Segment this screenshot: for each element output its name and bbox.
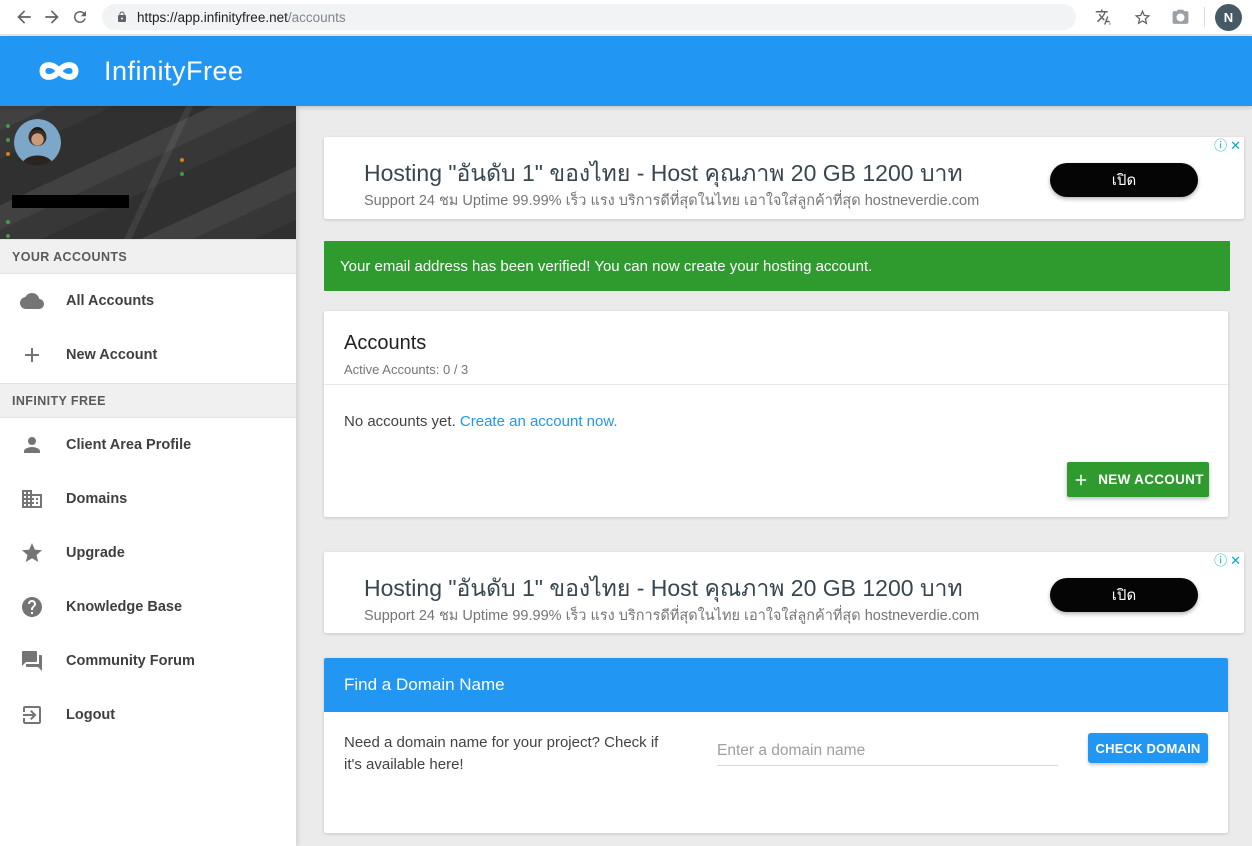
sidebar-item-label: Upgrade [66,545,125,561]
cloud-icon [20,289,44,313]
logout-icon [20,703,44,727]
no-accounts-text: No accounts yet. Create an account now. [344,413,618,430]
domain-name-input[interactable] [717,736,1058,766]
ad-close-icon[interactable]: ✕ [1230,553,1241,568]
browser-chrome: https://app.infinityfree.net/accounts N [0,0,1252,35]
sidebar-item-community-forum[interactable]: Community Forum [0,634,296,688]
help-icon [20,595,44,619]
sidebar-item-knowledge-base[interactable]: Knowledge Base [0,580,296,634]
profile-photo[interactable] [14,119,61,166]
empty-state-text: No accounts yet. [344,413,456,430]
check-domain-button[interactable]: CHECK DOMAIN [1088,733,1208,763]
sidebar-item-logout[interactable]: Logout [0,688,296,742]
success-notification: Your email address has been verified! Yo… [324,241,1230,291]
accounts-title: Accounts [344,332,1208,355]
ad-close-icon[interactable]: ✕ [1230,138,1241,153]
forum-icon [20,649,44,673]
translate-icon[interactable] [1090,3,1118,31]
camera-icon[interactable] [1166,3,1194,31]
domain-icon [20,487,44,511]
reload-button[interactable] [66,3,94,31]
sidebar-section-infinity-free: INFINITY FREE [0,383,296,418]
back-button[interactable] [10,3,38,31]
url-host: https://app.infinityfree.net [137,10,288,25]
sidebar-item-label: New Account [66,347,157,363]
domain-description: Need a domain name for your project? Che… [344,732,662,776]
ad-description: Support 24 ชม Uptime 99.99% เร็ว แรง บริ… [364,189,979,212]
ad-banner-top: ⓘ ✕ Hosting "อันดับ 1" ของไทย - Host คุณ… [324,137,1244,219]
infinityfree-logo-icon [26,53,92,89]
sidebar-item-label: Client Area Profile [66,437,191,453]
ad-description: Support 24 ชม Uptime 99.99% เร็ว แรง บริ… [364,604,979,627]
app-header: InfinityFree [0,36,1252,106]
star-icon [20,541,44,565]
sidebar-item-client-area-profile[interactable]: Client Area Profile [0,418,296,472]
plus-icon [1072,471,1090,489]
forward-button[interactable] [38,3,66,31]
active-accounts-count: Active Accounts: 0 / 3 [344,362,1208,377]
ad-cta-button[interactable]: เปิด [1050,578,1198,612]
ad-headline[interactable]: Hosting "อันดับ 1" ของไทย - Host คุณภาพ … [364,571,963,607]
accounts-card-header: Accounts Active Accounts: 0 / 3 [324,311,1228,385]
plus-icon [20,343,44,367]
person-icon [20,433,44,457]
sidebar-item-new-account[interactable]: New Account [0,328,296,382]
sidebar-item-label: Knowledge Base [66,599,182,615]
brand-title: InfinityFree [104,56,244,87]
ad-cta-button[interactable]: เปิด [1050,163,1198,197]
find-domain-card: Find a Domain Name Need a domain name fo… [324,658,1228,833]
browser-actions: N [1090,3,1242,31]
find-domain-header: Find a Domain Name [324,658,1228,712]
sidebar-item-label: Logout [66,707,115,723]
sidebar-item-label: Domains [66,491,127,507]
create-account-link[interactable]: Create an account now. [460,413,618,430]
address-bar[interactable]: https://app.infinityfree.net/accounts [102,4,1076,30]
accounts-card: Accounts Active Accounts: 0 / 3 No accou… [324,311,1228,517]
sidebar-item-label: Community Forum [66,653,195,669]
divider [1204,7,1205,27]
redacted-username [12,195,129,208]
new-account-button[interactable]: NEW ACCOUNT [1067,462,1209,497]
ad-info-icon[interactable]: ⓘ [1214,138,1227,153]
bookmark-star-icon[interactable] [1128,3,1156,31]
browser-profile-avatar[interactable]: N [1215,4,1242,31]
new-account-button-label: NEW ACCOUNT [1098,472,1204,487]
lock-icon [116,11,128,23]
accounts-card-body: No accounts yet. Create an account now. … [324,385,1228,516]
sidebar-item-all-accounts[interactable]: All Accounts [0,274,296,328]
find-domain-body: Need a domain name for your project? Che… [324,712,1228,833]
url-text: https://app.infinityfree.net/accounts [137,10,346,25]
sidebar-item-label: All Accounts [66,293,154,309]
sidebar-item-upgrade[interactable]: Upgrade [0,526,296,580]
main-content: ⓘ ✕ Hosting "อันดับ 1" ของไทย - Host คุณ… [296,106,1252,846]
ad-headline[interactable]: Hosting "อันดับ 1" ของไทย - Host คุณภาพ … [364,156,963,192]
url-path: /accounts [288,10,346,25]
server-leds-decoration [6,124,10,128]
sidebar-item-domains[interactable]: Domains [0,472,296,526]
profile-banner [0,106,296,239]
ad-banner-bottom: ⓘ ✕ Hosting "อันดับ 1" ของไทย - Host คุณ… [324,552,1244,633]
sidebar: YOUR ACCOUNTS All Accounts New Account I… [0,106,296,846]
ad-info-icon[interactable]: ⓘ [1214,553,1227,568]
sidebar-section-your-accounts: YOUR ACCOUNTS [0,239,296,274]
